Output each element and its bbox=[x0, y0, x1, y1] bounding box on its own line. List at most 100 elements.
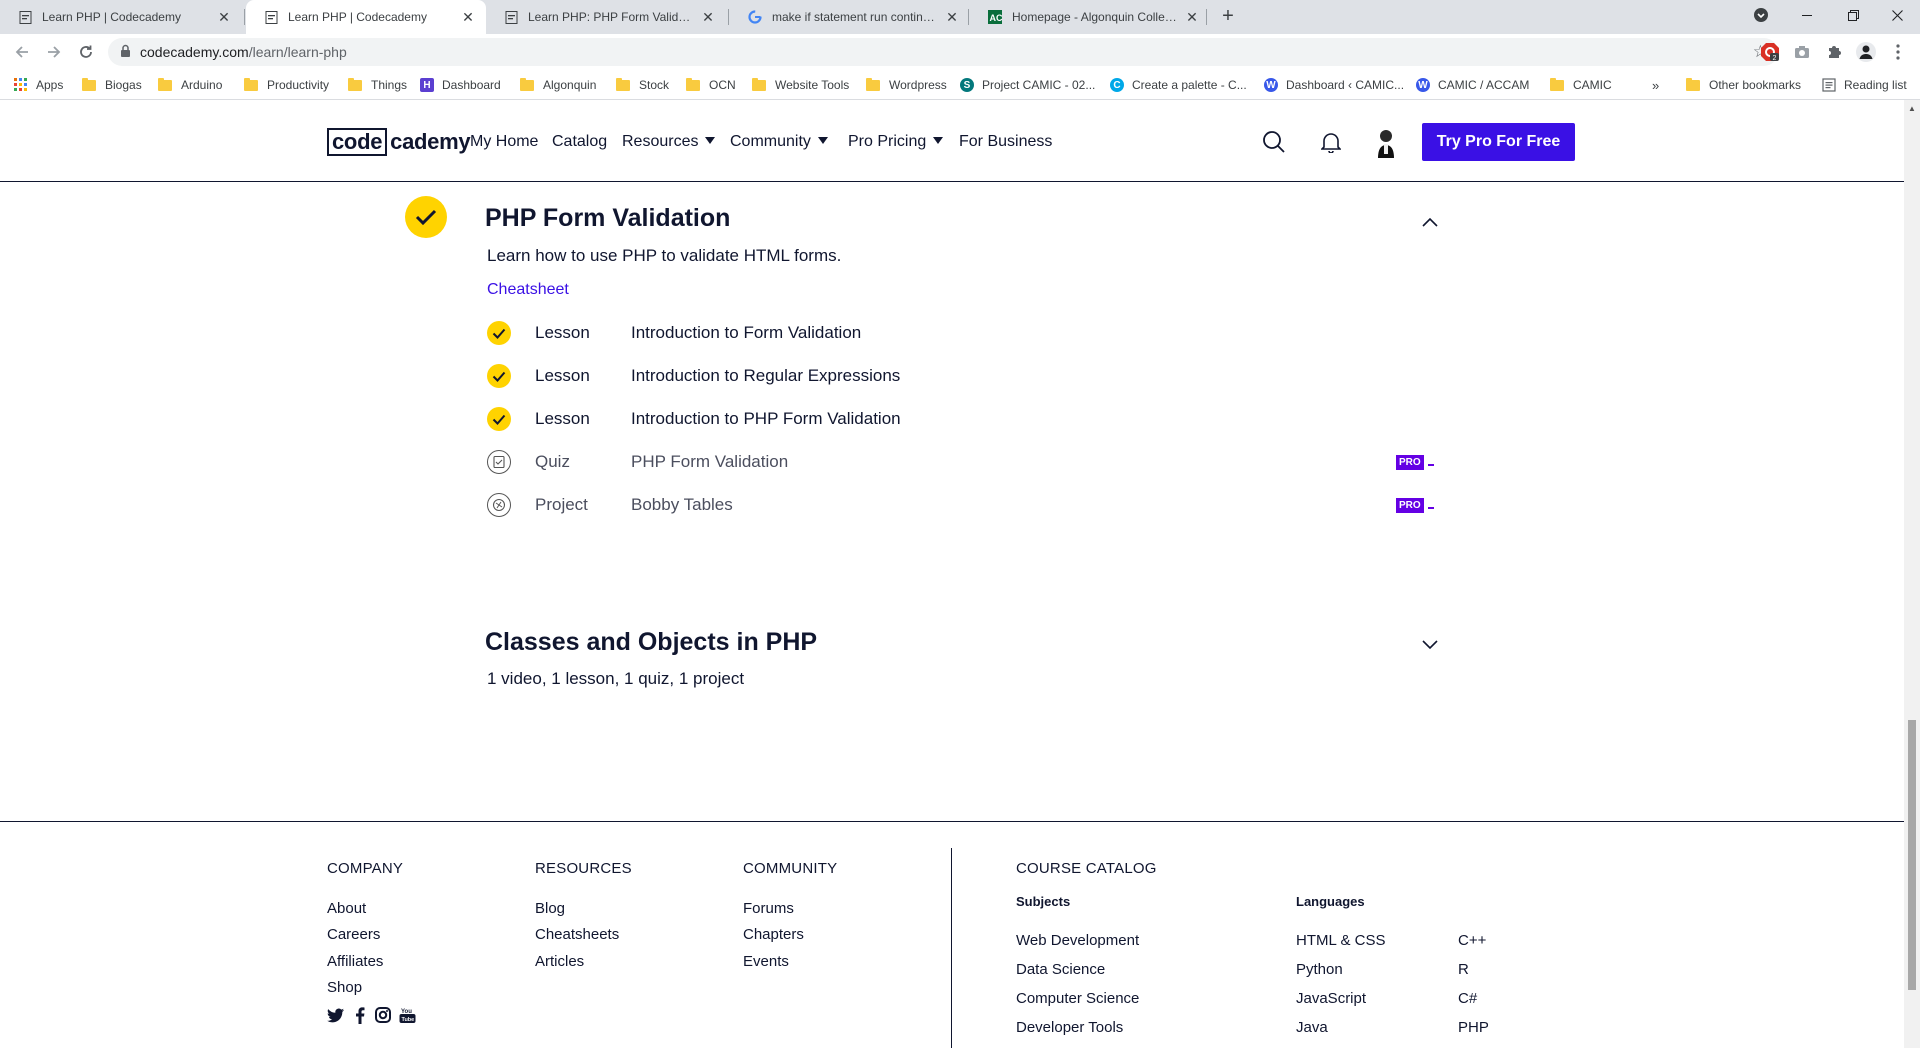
footer-link[interactable]: About bbox=[327, 900, 366, 917]
nav-for-business[interactable]: For Business bbox=[959, 133, 1052, 151]
reload-icon[interactable] bbox=[74, 40, 98, 64]
footer-link[interactable]: Developer Tools bbox=[1016, 1019, 1123, 1036]
profile-avatar-icon[interactable] bbox=[1856, 42, 1876, 62]
module-item-quiz[interactable]: Quiz PHP Form Validation PRO bbox=[487, 449, 1437, 475]
tab-close-icon[interactable]: ✕ bbox=[216, 9, 232, 25]
search-icon[interactable] bbox=[1262, 130, 1286, 154]
module-item-project[interactable]: Project Bobby Tables PRO bbox=[487, 492, 1437, 518]
tab-close-icon[interactable]: ✕ bbox=[1184, 9, 1200, 25]
browser-tab[interactable]: AC Homepage - Algonquin College ✕ bbox=[970, 0, 1210, 34]
bookmark-dashboard[interactable]: H Dashboard bbox=[420, 76, 501, 94]
scrollbar-thumb[interactable] bbox=[1908, 720, 1916, 990]
footer-link[interactable]: C++ bbox=[1458, 932, 1486, 949]
user-avatar[interactable] bbox=[1368, 122, 1404, 162]
bookmarks-overflow-button[interactable]: » bbox=[1652, 76, 1659, 94]
back-arrow-icon[interactable] bbox=[10, 40, 34, 64]
close-window-icon[interactable] bbox=[1874, 0, 1920, 30]
address-bar[interactable]: codecademy.com/learn/learn-php ☆ bbox=[108, 38, 1778, 66]
footer-link[interactable]: Forums bbox=[743, 900, 794, 917]
footer-link[interactable]: Cheatsheets bbox=[535, 926, 619, 943]
bookmark-folder[interactable]: Things bbox=[348, 76, 407, 94]
page-viewport: code cademy My Home Catalog Resources Com… bbox=[0, 100, 1904, 1048]
bookmark-folder[interactable]: CAMIC bbox=[1550, 76, 1612, 94]
bookmark-folder[interactable]: Biogas bbox=[82, 76, 142, 94]
bell-icon[interactable] bbox=[1320, 130, 1342, 154]
footer-link[interactable]: JavaScript bbox=[1296, 990, 1366, 1007]
chevron-down-icon[interactable] bbox=[1420, 638, 1440, 652]
codecademy-logo[interactable]: code cademy bbox=[327, 127, 471, 157]
browser-menu-icon[interactable] bbox=[1888, 42, 1908, 62]
footer-link[interactable]: Blog bbox=[535, 900, 565, 917]
extensions-puzzle-icon[interactable] bbox=[1824, 42, 1844, 62]
footer-link[interactable]: Data Science bbox=[1016, 961, 1105, 978]
footer-link[interactable]: Affiliates bbox=[327, 953, 383, 970]
footer-link[interactable]: Java bbox=[1296, 1019, 1328, 1036]
bookmark-label: Website Tools bbox=[775, 78, 850, 92]
footer-link[interactable]: Articles bbox=[535, 953, 584, 970]
try-pro-button[interactable]: Try Pro For Free bbox=[1422, 123, 1575, 161]
restore-icon[interactable] bbox=[1830, 0, 1876, 30]
footer-link[interactable]: R bbox=[1458, 961, 1469, 978]
module-title[interactable]: Classes and Objects in PHP bbox=[485, 628, 817, 657]
bookmark-folder[interactable]: Website Tools bbox=[752, 76, 849, 94]
footer-link[interactable]: Python bbox=[1296, 961, 1343, 978]
nav-label: Resources bbox=[622, 133, 699, 150]
nav-pro-pricing[interactable]: Pro Pricing bbox=[848, 133, 944, 151]
footer-link[interactable]: PHP bbox=[1458, 1019, 1489, 1036]
footer-link[interactable]: Shop bbox=[327, 979, 362, 996]
bookmark-folder[interactable]: Arduino bbox=[158, 76, 222, 94]
nav-my-home[interactable]: My Home bbox=[470, 133, 538, 151]
footer-link[interactable]: Events bbox=[743, 953, 789, 970]
bookmark-wordpress[interactable]: W CAMIC / ACCAM bbox=[1416, 76, 1529, 94]
scroll-up-arrow-icon[interactable]: ▲ bbox=[1908, 104, 1916, 113]
bookmark-apps[interactable]: Apps bbox=[14, 76, 63, 94]
nav-catalog[interactable]: Catalog bbox=[552, 133, 607, 151]
bookmark-folder[interactable]: Algonquin bbox=[520, 76, 596, 94]
minimize-icon[interactable] bbox=[1784, 0, 1830, 30]
module-title[interactable]: PHP Form Validation bbox=[485, 204, 730, 233]
tab-search-icon[interactable] bbox=[1738, 0, 1784, 30]
nav-resources[interactable]: Resources bbox=[622, 133, 716, 151]
page-scrollbar[interactable]: ▲ bbox=[1904, 100, 1920, 1048]
new-tab-button[interactable]: + bbox=[1216, 5, 1240, 29]
footer-link[interactable]: Careers bbox=[327, 926, 380, 943]
bookmark-wordpress[interactable]: W Dashboard ‹ CAMIC... bbox=[1264, 76, 1404, 94]
browser-tab[interactable]: Learn PHP: PHP Form Validation | Codecad… bbox=[486, 0, 726, 34]
twitter-icon[interactable] bbox=[327, 1006, 345, 1024]
bookmark-folder[interactable]: Stock bbox=[616, 76, 669, 94]
browser-tab-active[interactable]: Learn PHP | Codecademy ✕ bbox=[246, 0, 486, 34]
tab-close-icon[interactable]: ✕ bbox=[944, 9, 960, 25]
tab-close-icon[interactable]: ✕ bbox=[700, 9, 716, 25]
bookmark-label: Dashboard bbox=[442, 78, 501, 92]
module-complete-check-icon bbox=[405, 196, 447, 238]
bookmark-sharepoint[interactable]: S Project CAMIC - 02... bbox=[960, 76, 1095, 94]
bookmark-folder[interactable]: OCN bbox=[686, 76, 736, 94]
reading-list-button[interactable]: Reading list bbox=[1822, 76, 1907, 94]
footer-link[interactable]: HTML & CSS bbox=[1296, 932, 1385, 949]
footer-link[interactable]: Chapters bbox=[743, 926, 804, 943]
module-item-lesson[interactable]: Lesson Introduction to Form Validation bbox=[487, 320, 1437, 346]
footer-link[interactable]: Computer Science bbox=[1016, 990, 1139, 1007]
canva-icon: C bbox=[1110, 78, 1124, 92]
browser-tab[interactable]: make if statement run continuously ✕ bbox=[730, 0, 970, 34]
instagram-icon[interactable] bbox=[374, 1006, 392, 1024]
module-item-lesson[interactable]: Lesson Introduction to Regular Expressio… bbox=[487, 363, 1437, 389]
adblock-extension-icon[interactable]: 2 bbox=[1760, 42, 1780, 62]
forward-arrow-icon[interactable] bbox=[42, 40, 66, 64]
module-item-lesson[interactable]: Lesson Introduction to PHP Form Validati… bbox=[487, 406, 1437, 432]
bookmark-canva[interactable]: C Create a palette - C... bbox=[1110, 76, 1247, 94]
nav-community[interactable]: Community bbox=[730, 133, 828, 151]
browser-tab[interactable]: Learn PHP | Codecademy ✕ bbox=[0, 0, 242, 34]
bookmark-folder[interactable]: Productivity bbox=[244, 76, 329, 94]
footer-link[interactable]: Web Development bbox=[1016, 932, 1139, 949]
cheatsheet-link[interactable]: Cheatsheet bbox=[487, 281, 569, 299]
bookmark-folder[interactable]: Wordpress bbox=[866, 76, 947, 94]
chevron-up-icon[interactable] bbox=[1420, 215, 1440, 229]
footer-link[interactable]: C# bbox=[1458, 990, 1477, 1007]
bookmark-other[interactable]: Other bookmarks bbox=[1686, 76, 1801, 94]
camera-extension-icon[interactable] bbox=[1792, 42, 1812, 62]
youtube-icon[interactable]: You Tube bbox=[398, 1006, 416, 1024]
facebook-icon[interactable] bbox=[351, 1006, 369, 1024]
tab-close-icon[interactable]: ✕ bbox=[460, 9, 476, 25]
google-favicon-icon bbox=[748, 10, 762, 24]
